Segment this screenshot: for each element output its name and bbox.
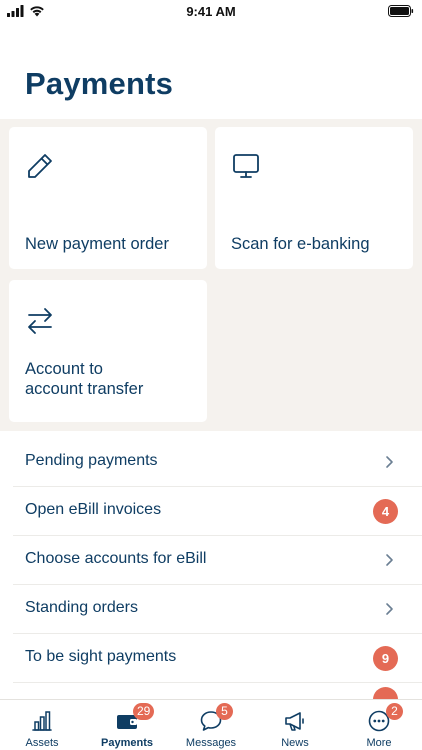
tab-badge: 2 [386, 703, 403, 720]
tab-label: News [281, 737, 309, 749]
menu-item-standing-orders[interactable]: Standing orders [13, 585, 422, 634]
chevron-right-icon [386, 456, 393, 468]
tab-label: Messages [185, 737, 237, 749]
chevron-right-icon [386, 554, 393, 566]
tab-messages[interactable]: 5 Messages [169, 700, 253, 750]
tab-more[interactable]: 2 More [337, 700, 421, 750]
status-bar: 9:41 AM [0, 0, 422, 24]
battery-icon [388, 5, 414, 17]
menu-item-label: Open eBill invoices [25, 501, 162, 518]
tile-label: New payment order [25, 235, 169, 253]
tab-payments[interactable]: 29 Payments [85, 700, 169, 750]
tab-assets[interactable]: Assets [0, 700, 84, 750]
tile-label: Scan for e-banking [231, 235, 370, 253]
menu-item-label: To be sight payments [25, 648, 177, 665]
menu-item-label: Pending payments [25, 452, 158, 469]
megaphone-icon [285, 712, 304, 731]
status-time: 9:41 AM [186, 4, 236, 19]
transfer-arrows-icon [28, 308, 52, 334]
action-tiles: New payment order Scan for e-banking Acc… [0, 119, 422, 431]
chevron-right-icon [386, 603, 393, 615]
account-transfer-tile[interactable]: Account to account transfer [9, 280, 207, 422]
count-badge: 9 [373, 646, 398, 671]
tile-label-line2: account transfer [25, 380, 144, 398]
scan-for-e-banking-tile[interactable]: Scan for e-banking [215, 127, 413, 269]
pencil-icon [28, 154, 52, 178]
menu-item-label: Standing orders [25, 599, 138, 616]
page-title: Payments [25, 66, 174, 101]
count-badge: 4 [373, 499, 398, 524]
tile-label-line1: Account to [25, 360, 103, 378]
tile-label: Account to account transfer [25, 359, 143, 399]
bottom-tab-bar: Assets 29 Payments 5 Messages News 2 Mor… [0, 699, 422, 750]
count-badge [373, 687, 398, 699]
menu-item-open-ebill-invoices[interactable]: Open eBill invoices 4 [13, 487, 422, 536]
tab-label: Payments [101, 737, 153, 749]
status-right [388, 4, 414, 22]
menu-item-to-be-sight-payments[interactable]: To be sight payments 9 [13, 634, 422, 683]
tab-label: More [366, 737, 392, 749]
tab-badge: 29 [133, 703, 155, 720]
menu-item-partial[interactable] [13, 683, 422, 699]
payments-menu-list: Pending payments Open eBill invoices 4 C… [0, 438, 422, 699]
menu-item-pending-payments[interactable]: Pending payments [13, 438, 422, 487]
monitor-icon [233, 154, 259, 178]
menu-item-choose-accounts-ebill[interactable]: Choose accounts for eBill [13, 536, 422, 585]
new-payment-order-tile[interactable]: New payment order [9, 127, 207, 269]
bar-chart-icon [32, 711, 52, 731]
menu-item-label: Choose accounts for eBill [25, 550, 207, 567]
tab-news[interactable]: News [253, 700, 337, 750]
tab-label: Assets [25, 737, 59, 749]
tab-badge: 5 [216, 703, 233, 720]
